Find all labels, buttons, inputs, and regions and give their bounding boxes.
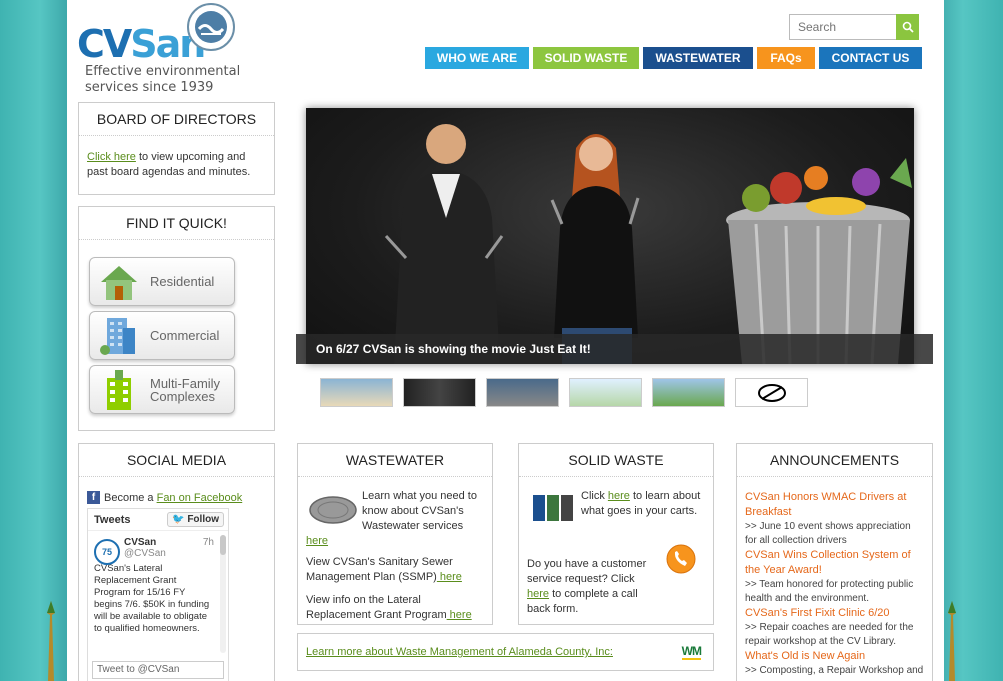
slideshow-thumbnails bbox=[320, 378, 808, 407]
nav-solid-waste[interactable]: SOLID WASTE bbox=[533, 47, 639, 69]
residential-label: Residential bbox=[150, 274, 215, 289]
house-icon bbox=[101, 265, 137, 300]
twitter-widget: Tweets 🐦 Follow 75 CVSan 7h @CVSan CVSan… bbox=[87, 508, 229, 681]
find-it-quick-box: FIND IT QUICK! Residential Commercial Mu… bbox=[78, 206, 275, 431]
announcement-title-link[interactable]: CVSan Honors WMAC Drivers at Breakfast bbox=[745, 490, 924, 520]
nav-wastewater[interactable]: WASTEWATER bbox=[643, 47, 753, 69]
board-title: BOARD OF DIRECTORS bbox=[79, 103, 274, 136]
thumbnail-6[interactable] bbox=[735, 378, 808, 407]
phone-icon[interactable] bbox=[665, 543, 697, 575]
tweet-to-input[interactable]: Tweet to @CVSan bbox=[92, 661, 224, 679]
announcement-title-link[interactable]: CVSan's First Fixit Clinic 6/20 bbox=[745, 606, 924, 621]
page: CVSan Effective environmental services s… bbox=[67, 0, 944, 681]
commercial-label: Commercial bbox=[150, 328, 220, 343]
announcement-title-link[interactable]: CVSan Wins Collection System of the Year… bbox=[745, 548, 924, 578]
thumbnail-1[interactable] bbox=[320, 378, 393, 407]
lateral-text: View info on the Lateral Replacement Gra… bbox=[306, 594, 472, 621]
solid-waste-title: SOLID WASTE bbox=[519, 444, 713, 477]
announcement-item: CVSan's First Fixit Clinic 6/20 >> Repai… bbox=[745, 606, 924, 649]
thumbnail-4[interactable] bbox=[569, 378, 642, 407]
find-it-quick-title: FIND IT QUICK! bbox=[79, 207, 274, 240]
nav-contact-us[interactable]: CONTACT US bbox=[819, 47, 922, 69]
commercial-button[interactable]: Commercial bbox=[89, 311, 235, 360]
announcement-title-link[interactable]: What's Old is New Again bbox=[745, 649, 924, 664]
service-request-here-link[interactable]: here bbox=[527, 588, 549, 600]
district-seal-icon bbox=[187, 3, 235, 51]
tweet-author-name[interactable]: CVSan bbox=[124, 537, 156, 548]
tweet-text: CVSan's Lateral Replacement Grant Progra… bbox=[94, 563, 210, 634]
search-button[interactable] bbox=[896, 14, 919, 40]
social-media-box: SOCIAL MEDIA f Become a Fan on Facebook … bbox=[78, 443, 275, 681]
tweet-scrollbar[interactable] bbox=[220, 535, 226, 653]
board-of-directors-box: BOARD OF DIRECTORS Click here to view up… bbox=[78, 102, 275, 195]
announcements-title: ANNOUNCEMENTS bbox=[737, 444, 932, 477]
right-decoration bbox=[948, 601, 956, 681]
slideshow-caption: On 6/27 CVSan is showing the movie Just … bbox=[296, 334, 933, 364]
search-bar bbox=[789, 14, 919, 40]
no-dumping-icon bbox=[757, 383, 786, 402]
ssmp-here-link[interactable]: here bbox=[437, 571, 462, 583]
waste-management-box: Learn more about Waste Management of Ala… bbox=[297, 633, 714, 671]
thumbnail-2[interactable] bbox=[403, 378, 476, 407]
tweets-label: Tweets bbox=[94, 513, 131, 526]
lateral-here-link[interactable]: here bbox=[447, 609, 472, 621]
wastewater-body: Learn what you need to know about CVSan'… bbox=[298, 477, 492, 635]
logo-tagline: Effective environmental services since 1… bbox=[85, 64, 241, 95]
residential-button[interactable]: Residential bbox=[89, 257, 235, 306]
announcements-box: ANNOUNCEMENTS CVSan Honors WMAC Drivers … bbox=[736, 443, 933, 681]
board-click-here-link[interactable]: Click here bbox=[87, 151, 136, 163]
nav-faqs[interactable]: FAQs bbox=[757, 47, 815, 69]
announcement-item: CVSan Wins Collection System of the Year… bbox=[745, 548, 924, 606]
facebook-fan-link[interactable]: Fan on Facebook bbox=[157, 492, 243, 504]
main-nav: WHO WE ARE SOLID WASTE WASTEWATER FAQs C… bbox=[425, 47, 922, 69]
waste-management-link[interactable]: Learn more about Waste Management of Ala… bbox=[306, 646, 613, 658]
hero-image bbox=[384, 124, 912, 364]
carts-icon bbox=[533, 495, 573, 521]
twitter-follow-button[interactable]: 🐦 Follow bbox=[167, 512, 224, 527]
announcement-summary: >> Composting, a Repair Workshop and bbox=[745, 665, 924, 676]
announcement-item: What's Old is New Again >> Composting, a… bbox=[745, 649, 924, 678]
service-request-text: Do you have a customer service request? … bbox=[527, 544, 705, 617]
building-icon bbox=[100, 317, 135, 355]
multi-family-button[interactable]: Multi-Family Complexes bbox=[89, 365, 235, 414]
tweet-time: 7h bbox=[202, 537, 214, 548]
apartment-icon bbox=[107, 369, 131, 410]
solid-waste-box: SOLID WASTE Click here to learn about wh… bbox=[518, 443, 714, 625]
thumbnail-5[interactable] bbox=[652, 378, 725, 407]
hero-slideshow[interactable] bbox=[306, 108, 914, 364]
social-media-title: SOCIAL MEDIA bbox=[79, 444, 274, 477]
wastewater-box: WASTEWATER Learn what you need to know a… bbox=[297, 443, 493, 625]
search-input[interactable] bbox=[789, 14, 896, 40]
announcement-summary: >> Repair coaches are needed for the rep… bbox=[745, 622, 914, 647]
wm-logo[interactable]: WM bbox=[681, 644, 702, 660]
board-body: Click here to view upcoming and past boa… bbox=[79, 136, 274, 194]
announcement-item: CVSan Honors WMAC Drivers at Breakfast >… bbox=[745, 490, 924, 548]
announcement-summary: >> Team honored for protecting public he… bbox=[745, 579, 914, 604]
wastewater-here-link[interactable]: here bbox=[306, 535, 328, 547]
facebook-row: f Become a Fan on Facebook bbox=[79, 477, 274, 504]
manhole-cover-icon bbox=[309, 496, 357, 524]
nav-who-we-are[interactable]: WHO WE ARE bbox=[425, 47, 529, 69]
facebook-icon: f bbox=[87, 491, 100, 504]
thumbnail-3[interactable] bbox=[486, 378, 559, 407]
tweet-handle: @CVSan bbox=[124, 548, 166, 559]
announcement-summary: >> June 10 event shows appreciation for … bbox=[745, 521, 911, 546]
ssmp-text: View CVSan's Sanitary Sewer Management P… bbox=[306, 556, 462, 583]
left-decoration bbox=[47, 601, 55, 681]
cvsan-logo[interactable]: CVSan Effective environmental services s… bbox=[77, 2, 247, 98]
wastewater-title: WASTEWATER bbox=[298, 444, 492, 477]
multi-family-label: Multi-Family Complexes bbox=[150, 375, 221, 404]
solid-waste-body: Click here to learn about what goes in y… bbox=[519, 477, 713, 629]
announcements-list: CVSan Honors WMAC Drivers at Breakfast >… bbox=[737, 477, 932, 678]
solid-waste-here-link[interactable]: here bbox=[608, 490, 630, 502]
search-icon bbox=[902, 21, 914, 33]
twitter-bird-icon: 🐦 bbox=[172, 514, 185, 525]
